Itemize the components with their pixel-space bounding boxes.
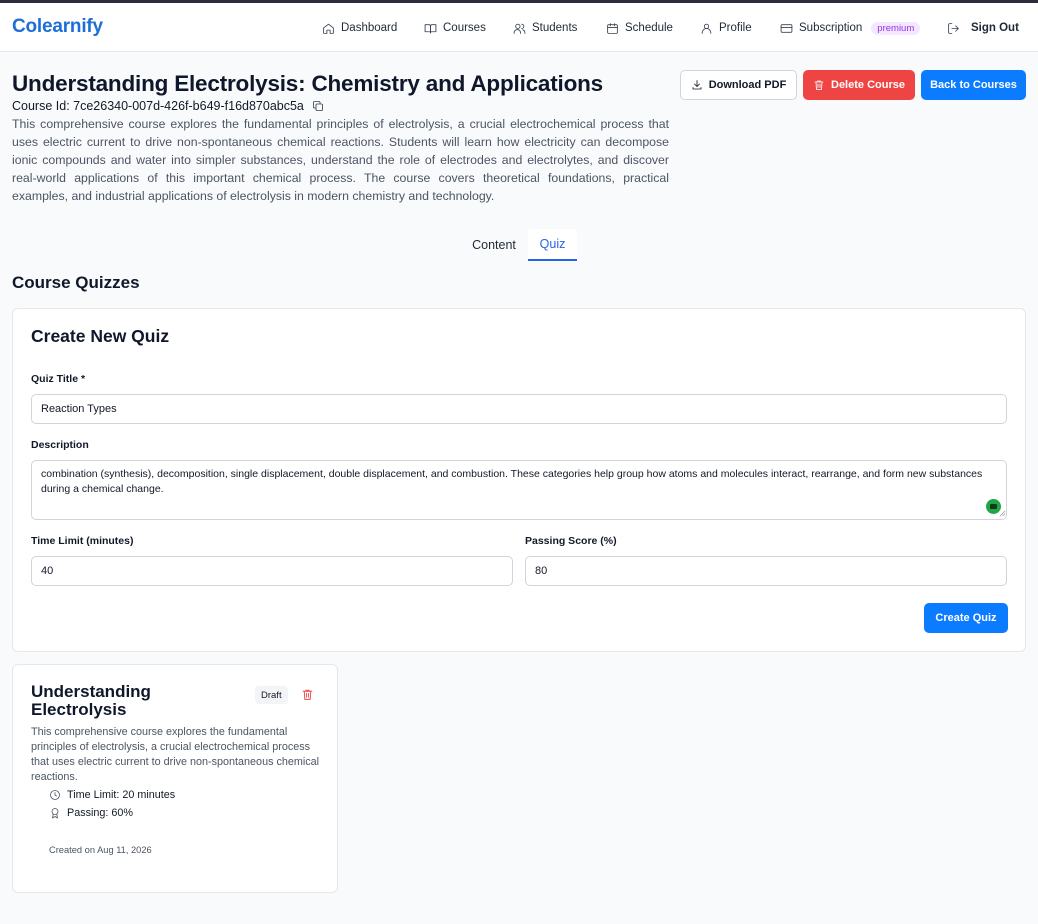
quiz-card-title: Understanding Electrolysis xyxy=(31,682,151,719)
home-icon xyxy=(323,23,334,34)
course-description: This comprehensive course explores the f… xyxy=(12,117,669,203)
passing-text: Passing: 60% xyxy=(67,807,134,819)
tab-quiz[interactable]: Quiz xyxy=(528,229,577,261)
time-limit-row: Time Limit: 20 minutes xyxy=(49,789,175,801)
book-icon xyxy=(424,23,437,33)
nav-item-profile[interactable]: Profile xyxy=(700,19,752,37)
nav-label: Dashboard xyxy=(341,22,398,34)
nav-item-dashboard[interactable]: Dashboard xyxy=(322,19,397,37)
course-quizzes-heading: Course Quizzes xyxy=(12,273,140,292)
resize-handle-icon[interactable] xyxy=(999,510,1006,517)
time-limit-input[interactable]: 40 xyxy=(31,556,513,586)
status-badge: Draft xyxy=(255,686,288,704)
download-pdf-label: Download PDF xyxy=(708,79,787,91)
clock-icon xyxy=(50,790,60,800)
description-label: Description xyxy=(31,439,89,451)
user-icon xyxy=(701,23,712,34)
description-textarea[interactable]: combination (synthesis), decomposition, … xyxy=(31,460,1007,520)
quiz-card[interactable]: Understanding Electrolysis Draft This co… xyxy=(12,664,338,893)
premium-badge: premium xyxy=(871,21,921,35)
delete-course-label: Delete Course xyxy=(831,79,905,91)
brand-logo[interactable]: Colearnify xyxy=(12,16,103,38)
award-icon xyxy=(51,808,59,819)
quiz-card-description: This comprehensive course explores the f… xyxy=(31,726,320,783)
page-title: Understanding Electrolysis: Chemistry an… xyxy=(12,71,603,96)
nav-label: Profile xyxy=(719,22,752,34)
nav-label: Subscription xyxy=(799,22,863,34)
nav-label: Courses xyxy=(443,22,486,34)
nav-label: Schedule xyxy=(625,22,673,34)
passing-row: Passing: 60% xyxy=(49,807,133,819)
download-pdf-button[interactable]: Download PDF xyxy=(680,70,797,100)
passing-score-input[interactable]: 80 xyxy=(525,556,1007,586)
sign-out-button[interactable]: Sign Out xyxy=(947,19,1019,37)
course-id-row: Course Id: 7ce26340-007d-426f-b649-f16d8… xyxy=(12,99,324,113)
navbar: Colearnify Dashboard Courses Students Sc… xyxy=(0,3,1038,52)
create-quiz-heading: Create New Quiz xyxy=(31,326,170,346)
time-limit-label: Time Limit (minutes) xyxy=(31,535,134,547)
trash-icon xyxy=(302,689,313,700)
nav-label: Students xyxy=(532,22,578,34)
nav-item-students[interactable]: Students xyxy=(513,19,577,37)
copy-icon[interactable] xyxy=(312,100,324,112)
back-to-courses-button[interactable]: Back to Courses xyxy=(921,70,1026,100)
quiz-title-input[interactable]: Reaction Types xyxy=(31,394,1007,424)
time-limit-text: Time Limit: 20 minutes xyxy=(67,789,176,801)
tab-content[interactable]: Content xyxy=(460,229,528,261)
created-date: Created on Aug 11, 2026 xyxy=(49,845,152,855)
log-out-icon xyxy=(948,22,959,34)
quiz-title-label: Quiz Title * xyxy=(31,373,86,385)
credit-card-icon xyxy=(780,23,793,33)
course-id: Course Id: 7ce26340-007d-426f-b649-f16d8… xyxy=(12,99,304,113)
users-icon xyxy=(513,23,526,34)
trash-icon xyxy=(814,80,824,90)
create-quiz-card: Create New Quiz Quiz Title * Reaction Ty… xyxy=(12,308,1026,652)
passing-score-label: Passing Score (%) xyxy=(525,535,617,547)
nav-item-courses[interactable]: Courses xyxy=(424,19,486,37)
create-quiz-button[interactable]: Create Quiz xyxy=(924,603,1008,633)
delete-quiz-button[interactable] xyxy=(301,688,314,701)
download-icon xyxy=(692,80,702,90)
sign-out-label: Sign Out xyxy=(971,22,1019,34)
nav-item-schedule[interactable]: Schedule xyxy=(606,19,673,37)
nav-item-subscription[interactable]: Subscription premium xyxy=(780,19,921,37)
calendar-icon xyxy=(607,22,618,34)
delete-course-button[interactable]: Delete Course xyxy=(803,70,915,100)
